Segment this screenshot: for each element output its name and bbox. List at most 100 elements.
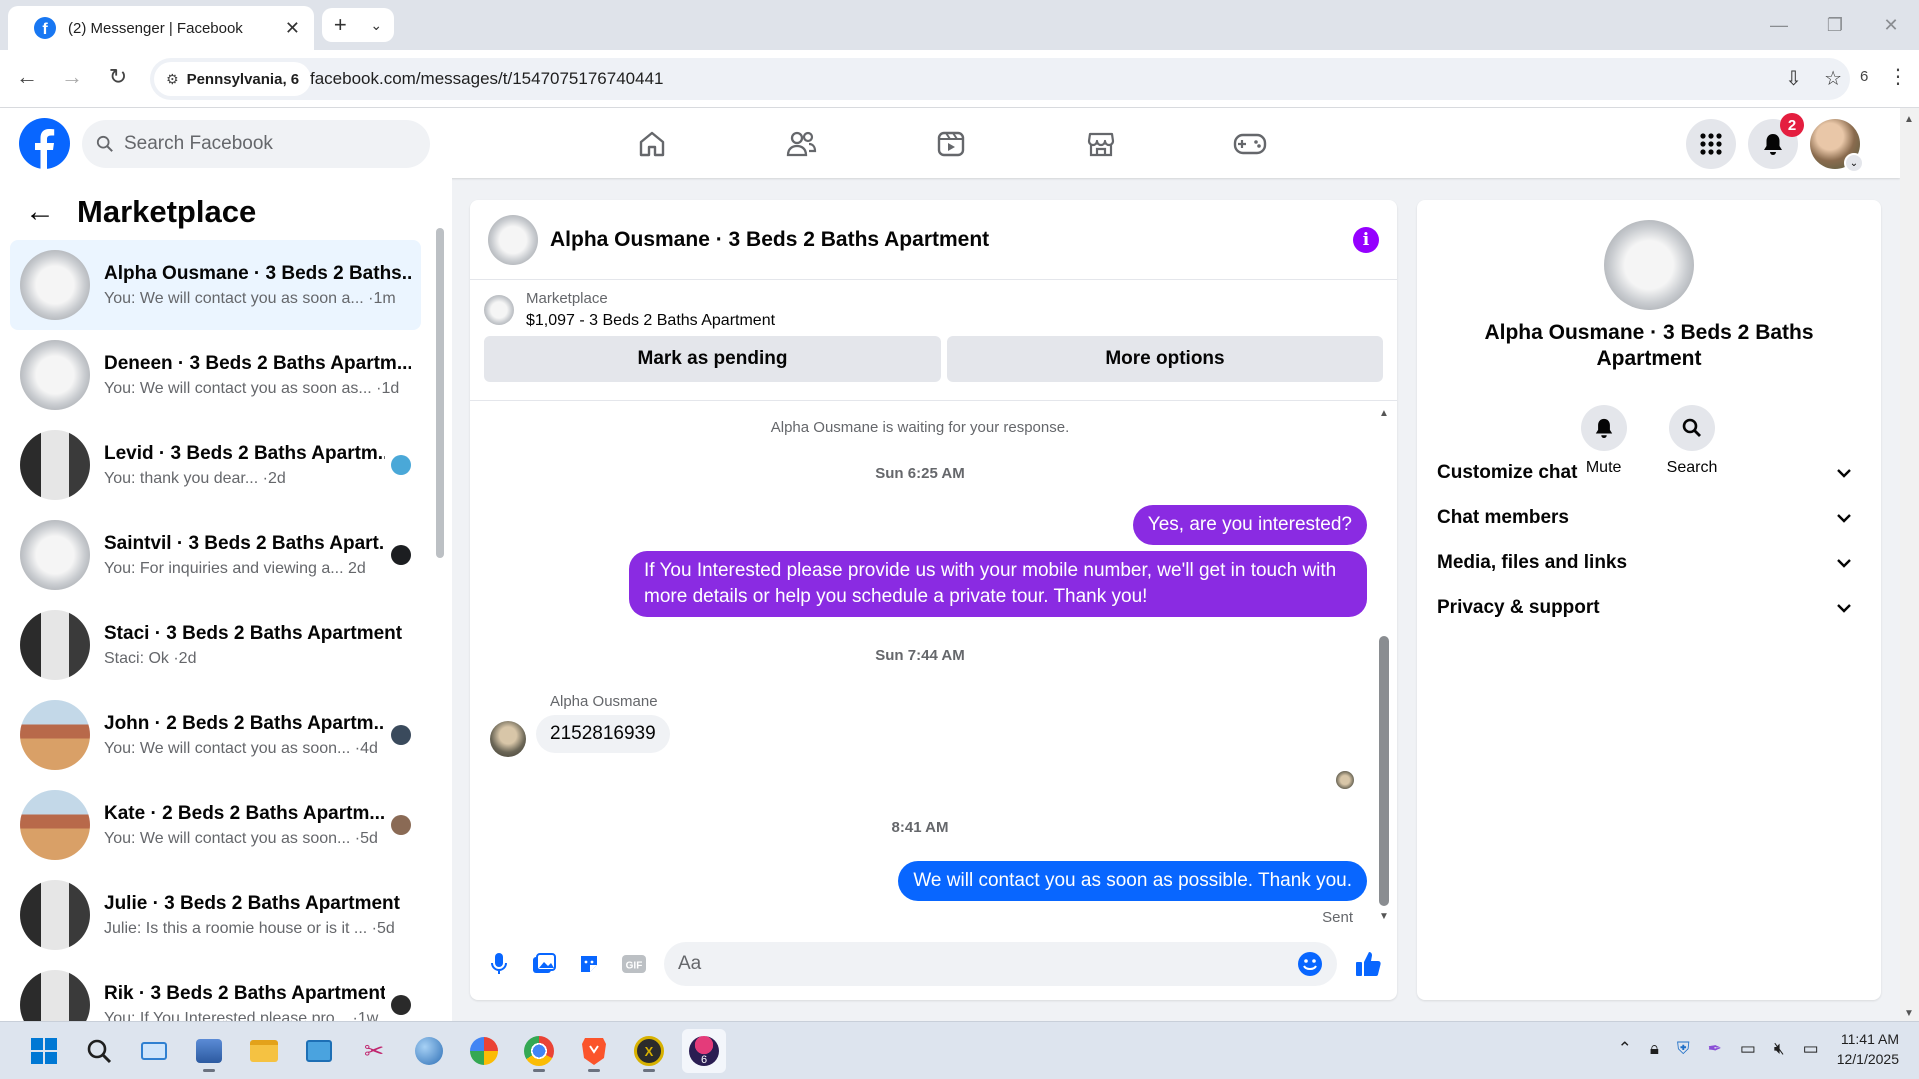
notifications-button[interactable]: 2 bbox=[1748, 113, 1804, 169]
new-tab-plus-icon[interactable]: + bbox=[334, 12, 347, 38]
site-info-chip[interactable]: ⚙ Pennsylvania, 6 bbox=[154, 62, 312, 96]
info-section-toggle[interactable]: Chat members bbox=[1437, 493, 1861, 543]
chrome-icon[interactable] bbox=[517, 1029, 561, 1073]
outgoing-message[interactable]: If You Interested please provide us with… bbox=[629, 551, 1367, 617]
page-scroll-down-icon[interactable]: ▼ bbox=[1904, 1008, 1914, 1019]
message-input[interactable]: Aa bbox=[664, 942, 1337, 986]
chevron-down-icon bbox=[1837, 558, 1851, 568]
defender-shield-icon[interactable]: ⛨ bbox=[1677, 1039, 1690, 1059]
menu-grid-icon[interactable] bbox=[1686, 119, 1736, 169]
task-view-icon[interactable] bbox=[132, 1029, 176, 1073]
browser-menu-icon[interactable]: ⋮ bbox=[1888, 64, 1908, 89]
more-options-button[interactable]: More options bbox=[946, 336, 1383, 382]
chat-panel: Alpha Ousmane · 3 Beds 2 Baths Apartment… bbox=[470, 200, 1397, 1000]
info-section-toggle[interactable]: Customize chat bbox=[1437, 448, 1861, 498]
sidebar-scrollbar[interactable] bbox=[436, 208, 444, 998]
conversation-item[interactable]: Julie · 3 Beds 2 Baths Apartment Julie: I… bbox=[10, 870, 421, 960]
conversation-item[interactable]: Alpha Ousmane · 3 Beds 2 Baths... You: We… bbox=[10, 240, 421, 330]
back-arrow-icon[interactable]: ← bbox=[25, 195, 55, 229]
volume-muted-icon[interactable]: 🔇︎ bbox=[1774, 1039, 1785, 1059]
incoming-message[interactable]: 2152816939 bbox=[536, 715, 670, 753]
info-icon[interactable]: i bbox=[1353, 226, 1379, 253]
back-arrow-icon[interactable]: ← bbox=[12, 64, 42, 90]
install-app-icon[interactable]: ⇩ bbox=[1785, 66, 1802, 91]
browser-tab-messenger[interactable]: f (2) Messenger | Facebook ✕ bbox=[8, 6, 314, 50]
sticker-icon[interactable] bbox=[574, 949, 604, 979]
reload-icon[interactable]: ↻ bbox=[103, 64, 133, 90]
network-icon[interactable]: ▭ bbox=[1740, 1039, 1756, 1059]
scroll-down-icon[interactable]: ▼ bbox=[1379, 911, 1389, 922]
facebook-logo-icon[interactable] bbox=[19, 118, 70, 169]
url-text[interactable]: facebook.com/messages/t/1547075176740441 bbox=[310, 69, 663, 89]
search-placeholder: Search Facebook bbox=[124, 133, 273, 154]
facebook-favicon-icon: f bbox=[34, 17, 56, 39]
browser-profile-6-icon[interactable]: 6 bbox=[682, 1029, 726, 1073]
info-listing-avatar[interactable] bbox=[1604, 220, 1694, 310]
chat-listing-thumbnail[interactable] bbox=[488, 214, 538, 265]
sender-avatar[interactable] bbox=[490, 721, 526, 757]
chat-title[interactable]: Alpha Ousmane · 3 Beds 2 Baths Apartment bbox=[550, 228, 1353, 252]
conversation-preview: You: We will contact you as soon... ·4d bbox=[104, 739, 378, 757]
gif-icon[interactable]: GIF bbox=[619, 949, 649, 979]
battery-icon[interactable]: ▭ bbox=[1803, 1039, 1819, 1059]
conversation-list: Alpha Ousmane · 3 Beds 2 Baths... You: We… bbox=[10, 240, 421, 1021]
brave-icon[interactable] bbox=[572, 1029, 616, 1073]
clock[interactable]: 11:41 AM 12/1/2025 bbox=[1837, 1029, 1899, 1069]
tray-chevron-up-icon[interactable]: ⌃ bbox=[1618, 1039, 1632, 1059]
taskbar-search-icon[interactable] bbox=[77, 1029, 121, 1073]
photo-icon[interactable] bbox=[529, 949, 559, 979]
network-app-icon[interactable] bbox=[187, 1029, 231, 1073]
facebook-search-input[interactable]: Search Facebook bbox=[82, 120, 430, 168]
info-section-toggle[interactable]: Privacy & support bbox=[1437, 583, 1861, 633]
globe-app-icon[interactable] bbox=[407, 1029, 451, 1073]
windows-start-icon[interactable] bbox=[22, 1029, 66, 1073]
like-thumbs-up-icon[interactable] bbox=[1353, 949, 1383, 979]
sidebar-scroll-thumb[interactable] bbox=[436, 228, 444, 558]
ixbrowser-icon[interactable]: X bbox=[627, 1029, 671, 1073]
chevron-down-icon: ⌄ bbox=[1844, 153, 1864, 173]
microphone-icon[interactable] bbox=[484, 949, 514, 979]
extensions-count[interactable]: 6 bbox=[1860, 68, 1868, 85]
tray-lock-icon[interactable]: 🔒︎ bbox=[1650, 1039, 1659, 1059]
conversation-item[interactable]: Rik · 3 Beds 2 Baths Apartment You: If Yo… bbox=[10, 960, 421, 1021]
forward-arrow-icon[interactable]: → bbox=[57, 64, 87, 90]
omnibox[interactable]: ⚙ Pennsylvania, 6 facebook.com/messages/… bbox=[150, 58, 1850, 100]
marketplace-icon[interactable] bbox=[1081, 124, 1121, 164]
page-scroll-up-icon[interactable]: ▲ bbox=[1904, 114, 1914, 125]
close-window-icon[interactable]: ✕ bbox=[1863, 15, 1919, 36]
page-scrollbar[interactable]: ▲ ▼ bbox=[1900, 108, 1919, 1021]
conversation-item[interactable]: Staci · 3 Beds 2 Baths Apartment Staci: O… bbox=[10, 600, 421, 690]
gaming-icon[interactable] bbox=[1230, 124, 1270, 164]
restore-icon[interactable]: ❐ bbox=[1807, 15, 1863, 36]
conversation-item[interactable]: Kate · 2 Beds 2 Baths Apartm... You: We w… bbox=[10, 780, 421, 870]
pen-app-icon[interactable]: ✒ bbox=[1708, 1039, 1722, 1059]
conversation-item[interactable]: Levid · 3 Beds 2 Baths Apartm... You: tha… bbox=[10, 420, 421, 510]
outgoing-message[interactable]: We will contact you as soon as possible.… bbox=[898, 861, 1367, 901]
conversation-item[interactable]: John · 2 Beds 2 Baths Apartm... You: We w… bbox=[10, 690, 421, 780]
conversation-item[interactable]: Deneen · 3 Beds 2 Baths Apartm... You: We… bbox=[10, 330, 421, 420]
info-section-toggle[interactable]: Media, files and links bbox=[1437, 538, 1861, 588]
emoji-icon[interactable] bbox=[1297, 951, 1323, 977]
video-icon[interactable] bbox=[931, 124, 971, 164]
file-explorer-icon[interactable] bbox=[242, 1029, 286, 1073]
snipping-tool-icon[interactable]: ✂ bbox=[352, 1029, 396, 1073]
friends-icon[interactable] bbox=[781, 124, 821, 164]
outgoing-message[interactable]: Yes, are you interested? bbox=[1132, 505, 1367, 545]
profile-avatar[interactable]: ⌄ bbox=[1810, 119, 1864, 173]
mark-as-pending-button[interactable]: Mark as pending bbox=[484, 336, 941, 382]
conversation-text: Saintvil · 3 Beds 2 Baths Apart... You: F… bbox=[104, 533, 385, 578]
conversation-preview: You: For inquiries and viewing a... 2d bbox=[104, 559, 366, 577]
chat-scrollbar[interactable]: ▲ ▼ bbox=[1379, 408, 1389, 922]
chat-scroll-thumb[interactable] bbox=[1379, 636, 1389, 906]
bookmark-star-icon[interactable]: ☆ bbox=[1824, 66, 1842, 91]
minimize-icon[interactable]: — bbox=[1751, 15, 1807, 36]
listing-thumbnail[interactable] bbox=[484, 295, 514, 325]
google-app-icon[interactable] bbox=[462, 1029, 506, 1073]
tab-close-icon[interactable]: ✕ bbox=[285, 18, 300, 39]
home-icon[interactable] bbox=[632, 124, 672, 164]
listing-price-title[interactable]: $1,097 - 3 Beds 2 Baths Apartment bbox=[526, 312, 775, 330]
scroll-up-icon[interactable]: ▲ bbox=[1379, 408, 1389, 419]
control-panel-icon[interactable] bbox=[297, 1029, 341, 1073]
conversation-item[interactable]: Saintvil · 3 Beds 2 Baths Apart... You: F… bbox=[10, 510, 421, 600]
tab-list-chevron-icon[interactable]: ⌄ bbox=[370, 17, 382, 34]
